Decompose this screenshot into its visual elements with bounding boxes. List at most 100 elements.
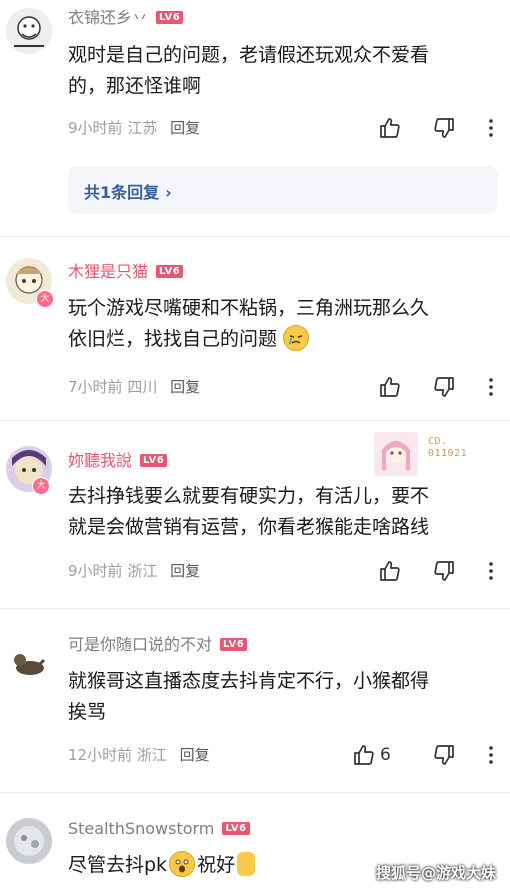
reply-button[interactable]: 回复 [170, 119, 200, 137]
thumbs-down-icon [434, 118, 454, 138]
avatar-image [6, 8, 52, 54]
thumbs-up-icon [380, 377, 400, 397]
avatar[interactable] [6, 818, 52, 864]
username[interactable]: 木狸是只猫 LV6 [68, 262, 184, 282]
more-vertical-icon [489, 562, 493, 580]
thumbs-down-icon [434, 561, 454, 581]
like-button[interactable] [378, 373, 402, 401]
comment-line: 就是会做营销有运营，你看老猴能走啥路线 [68, 516, 430, 538]
thumbs-up-icon [380, 561, 400, 581]
dislike-button[interactable] [432, 373, 456, 401]
sticker-label: CD. 011021 [428, 436, 468, 459]
replies-expander-label[interactable]: 共1条回复 › [84, 179, 172, 203]
comment-text: 玩个游戏尽嘴硬和不粘锅，三角洲玩那么久 依旧烂，找找自己的问题 [68, 293, 498, 355]
more-button[interactable] [488, 114, 494, 142]
comment-actions [370, 114, 510, 142]
comment-line: 玩个游戏尽嘴硬和不粘锅，三角洲玩那么久 [68, 297, 430, 319]
username[interactable]: 衣锦还乡丷 LV6 [68, 8, 184, 28]
more-vertical-icon [489, 746, 493, 764]
like-button[interactable]: 6 [352, 741, 391, 769]
divider [0, 608, 510, 609]
decoration-sticker: CD. 011021 [372, 430, 482, 478]
username-text[interactable]: 衣锦还乡丷 [68, 8, 148, 27]
level-badge: LV6 [140, 454, 168, 467]
thumbs-down-icon [434, 745, 454, 765]
chevron-right-icon: › [165, 183, 172, 202]
dislike-button[interactable] [432, 557, 456, 585]
dislike-button[interactable] [432, 741, 456, 769]
timestamp: 12小时前 [68, 746, 133, 764]
comment-meta: 12小时前 浙江 回复 [68, 745, 210, 765]
anime-girl-sticker-icon [374, 432, 418, 476]
watermark: 搜狐号@游戏大妹 [375, 864, 496, 882]
comment-text: 就猴哥这直播态度去抖肯定不行，小猴都得 挨骂 [68, 666, 498, 728]
avatar-image [6, 818, 52, 864]
like-button[interactable] [378, 557, 402, 585]
comment-text: 去抖挣钱要么就要有硬实力，有活儿，要不 就是会做营销有运营，你看老猴能走啥路线 [68, 481, 498, 543]
more-button[interactable] [488, 741, 494, 769]
divider [0, 792, 510, 793]
username-text[interactable]: 可是你随口说的不对 [68, 635, 212, 654]
level-badge: LV6 [220, 638, 248, 651]
comment-line: 的，那还怪谁啊 [68, 75, 202, 97]
username-text[interactable]: 木狸是只猫 [68, 262, 148, 281]
dislike-button[interactable] [432, 114, 456, 142]
level-badge: LV6 [156, 265, 184, 278]
reply-button[interactable]: 回复 [170, 562, 200, 580]
comment-line: 去抖挣钱要么就要有硬实力，有活儿，要不 [68, 485, 430, 507]
avatar-badge: 大 [36, 290, 54, 308]
location: 浙江 [136, 746, 167, 764]
like-count: 6 [380, 745, 391, 765]
username[interactable]: StealthSnowstorm LV6 [68, 819, 250, 839]
avatar[interactable] [6, 640, 52, 686]
emoji-face [175, 859, 189, 872]
reply-summary: 共1条回复 [84, 183, 160, 202]
comment-actions [370, 373, 510, 401]
username[interactable]: 妳聽我說 LV6 [68, 451, 168, 471]
timestamp: 9小时前 [68, 119, 123, 137]
comment-text: 观时是自己的问题，老请假还玩观众不爱看 的，那还怪谁啊 [68, 40, 498, 102]
timestamp: 7小时前 [68, 378, 123, 396]
comment-meta: 9小时前 浙江 回复 [68, 561, 200, 581]
level-badge: LV6 [156, 11, 184, 24]
comment-line-text: 依旧烂，找找自己的问题 [68, 328, 278, 350]
comment-line: 挨骂 [68, 701, 107, 723]
avatar-badge: 大 [32, 477, 50, 495]
victory-hand-emoji-icon [237, 851, 256, 876]
location: 四川 [127, 378, 158, 396]
thumbs-up-icon [380, 118, 400, 138]
avatar-image [6, 640, 52, 686]
location: 浙江 [127, 562, 158, 580]
level-badge: LV6 [222, 822, 250, 835]
comment-meta: 7小时前 四川 回复 [68, 377, 200, 397]
emoji-face [289, 334, 303, 344]
comment-line-text: 祝好 [197, 854, 236, 876]
reply-button[interactable]: 回复 [180, 746, 210, 764]
comment-actions: 6 [354, 741, 510, 769]
more-vertical-icon [489, 119, 493, 137]
more-button[interactable] [488, 557, 494, 585]
username-text[interactable]: 妳聽我說 [68, 451, 132, 470]
comment-line: 就猴哥这直播态度去抖肯定不行，小猴都得 [68, 670, 430, 692]
thumbs-up-icon [354, 745, 374, 765]
crying-emoji-icon [283, 324, 310, 351]
replies-expander[interactable]: 共1条回复 › [68, 166, 498, 214]
location: 江苏 [127, 119, 158, 137]
more-button[interactable] [488, 373, 494, 401]
divider [0, 420, 510, 421]
shocked-emoji-icon [169, 850, 196, 877]
divider [0, 236, 510, 237]
username-text[interactable]: StealthSnowstorm [68, 819, 214, 838]
reply-button[interactable]: 回复 [170, 378, 200, 396]
like-button[interactable] [378, 114, 402, 142]
comment-line-text: 尽管去抖pk [68, 854, 168, 876]
comment-meta: 9小时前 江苏 回复 [68, 118, 200, 138]
more-vertical-icon [489, 378, 493, 396]
thumbs-down-icon [434, 377, 454, 397]
avatar[interactable] [6, 8, 52, 54]
comment-line: 依旧烂，找找自己的问题 [68, 324, 498, 355]
comment-line: 观时是自己的问题，老请假还玩观众不爱看 [68, 44, 430, 66]
comment-actions [370, 557, 510, 585]
username[interactable]: 可是你随口说的不对 LV6 [68, 635, 248, 655]
timestamp: 9小时前 [68, 562, 123, 580]
